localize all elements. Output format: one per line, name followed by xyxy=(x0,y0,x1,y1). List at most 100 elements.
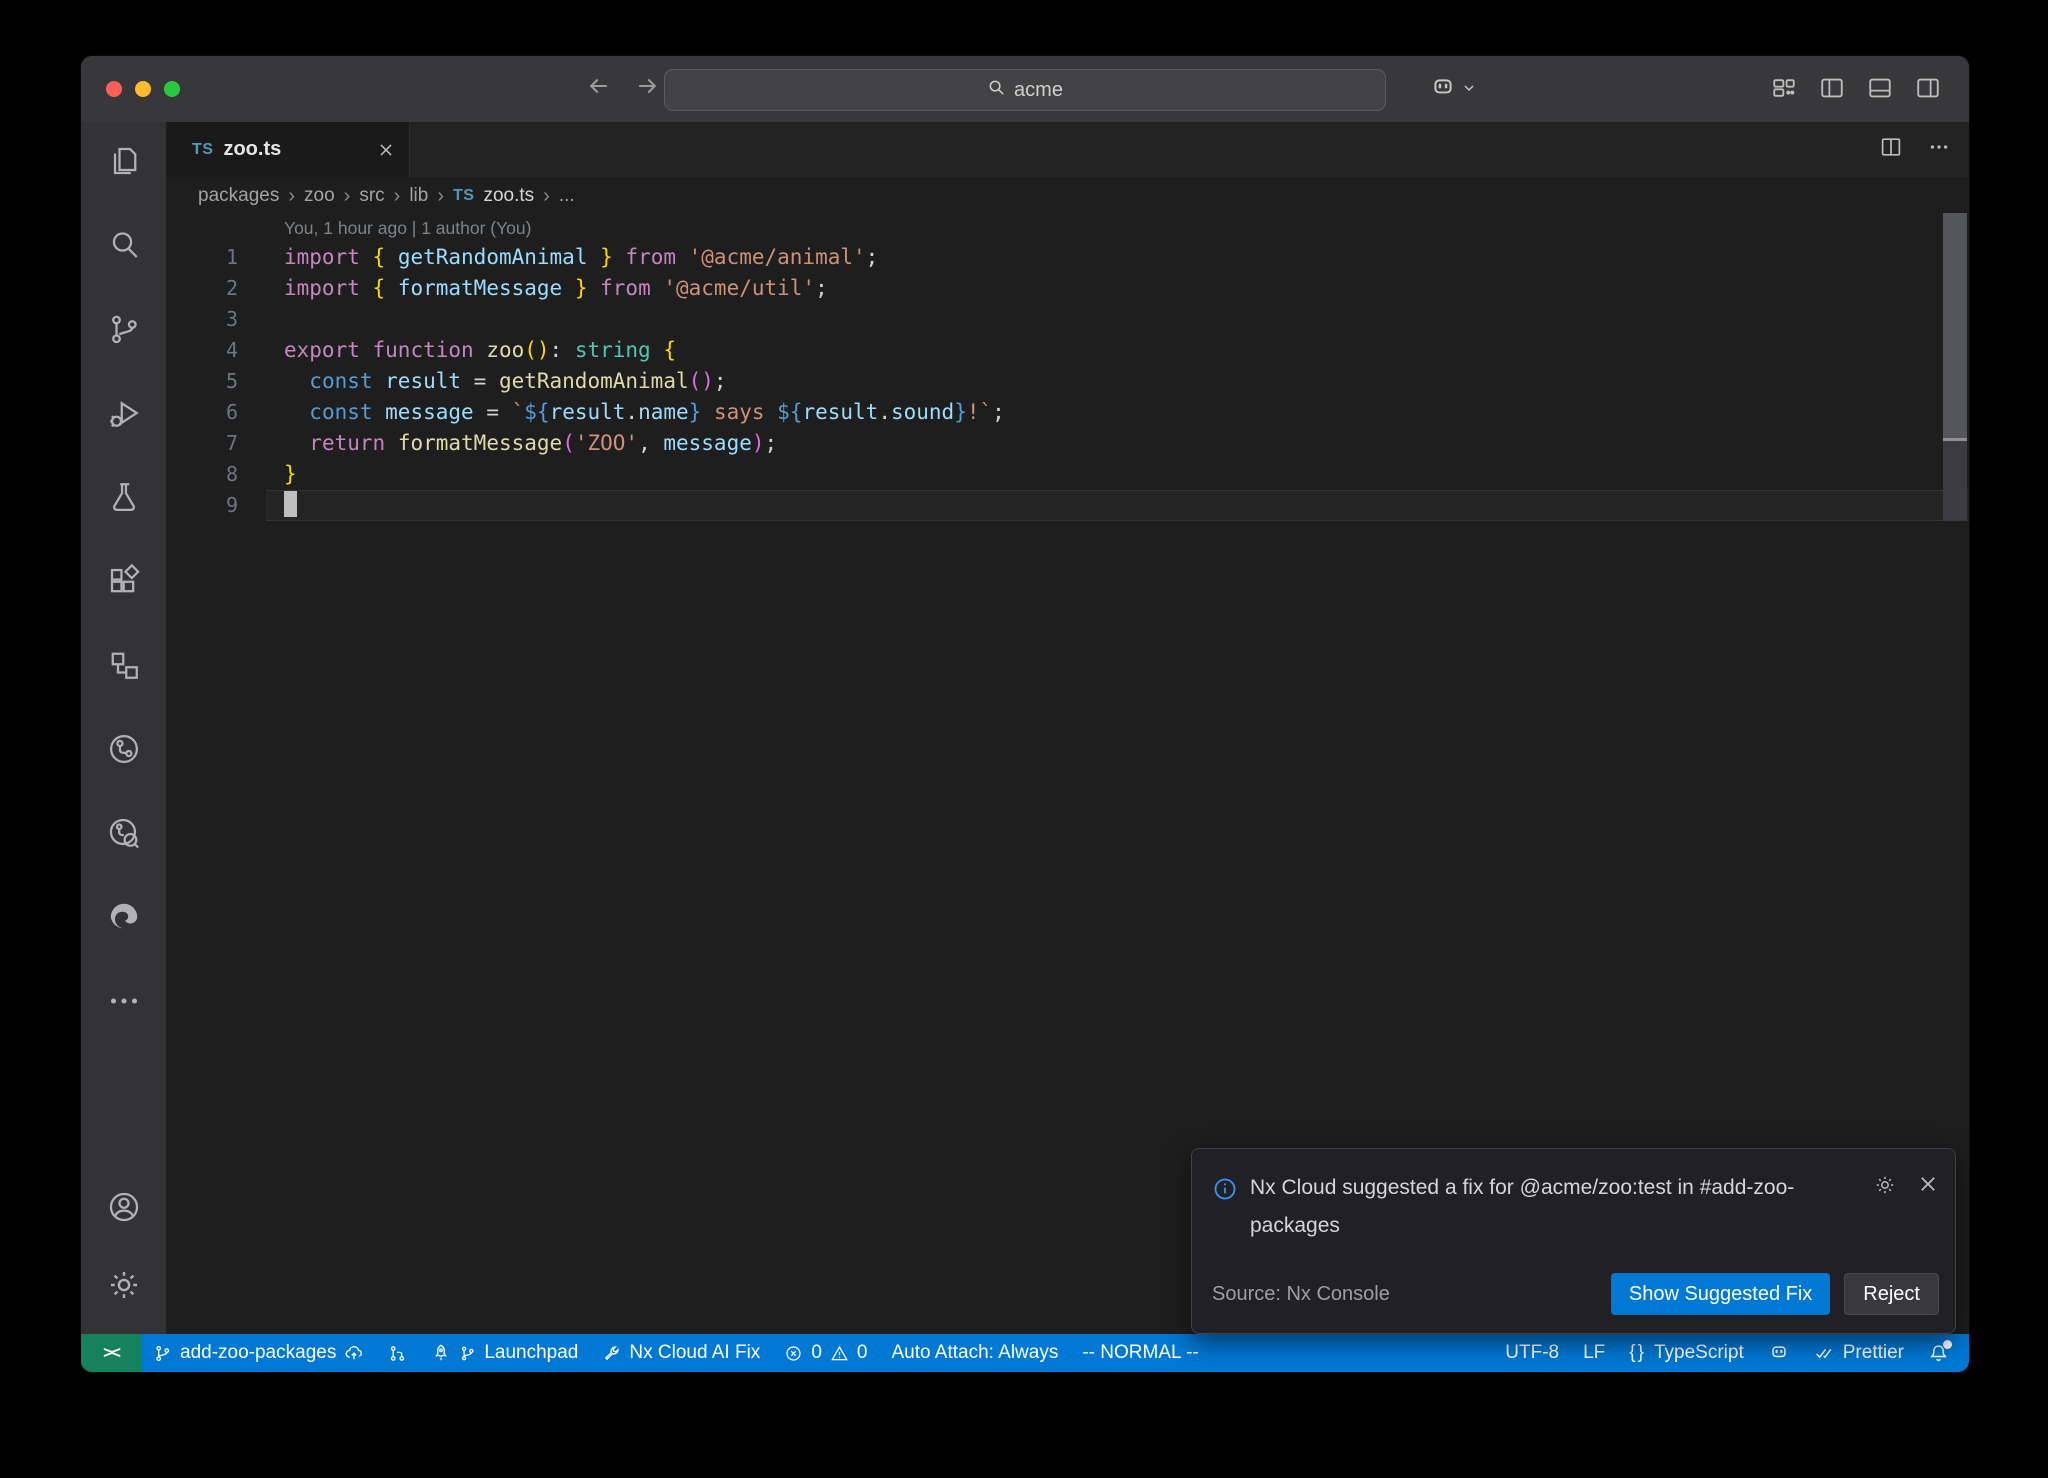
title-bar: acme xyxy=(81,56,1969,122)
code-token: ; xyxy=(714,369,727,393)
line-number: 9 xyxy=(166,490,238,521)
chevron-down-icon xyxy=(1461,80,1477,101)
nx-cloud-icon[interactable] xyxy=(101,810,147,856)
code-token: says xyxy=(701,400,777,424)
code-line-3[interactable]: 3 xyxy=(166,304,1969,335)
command-center-search[interactable]: acme xyxy=(664,69,1386,111)
customize-layout-icon[interactable] xyxy=(1771,75,1797,106)
layout-controls xyxy=(1771,75,1941,106)
line-number: 2 xyxy=(166,273,238,304)
code-line-5[interactable]: 5 const result = getRandomAnimal(); xyxy=(166,366,1969,397)
more-views-icon[interactable] xyxy=(101,978,147,1024)
breadcrumb-overflow[interactable]: ... xyxy=(559,185,575,207)
code-token: . xyxy=(625,400,638,424)
toggle-secondary-sidebar-icon[interactable] xyxy=(1915,75,1941,106)
references-icon[interactable] xyxy=(101,642,147,688)
close-window-button[interactable] xyxy=(106,81,122,97)
auto-attach-label: Auto Attach: Always xyxy=(891,1342,1058,1364)
remote-indicator[interactable]: >< xyxy=(81,1334,141,1372)
problems-item[interactable]: 0 0 xyxy=(772,1334,879,1372)
close-tab-icon[interactable] xyxy=(377,141,395,159)
code-line-9[interactable]: 9 xyxy=(166,490,1969,521)
code-token: = xyxy=(474,400,512,424)
code-token: const xyxy=(309,400,385,424)
edge-tools-icon[interactable] xyxy=(101,894,147,940)
show-suggested-fix-button[interactable]: Show Suggested Fix xyxy=(1611,1273,1830,1315)
code-token: ; xyxy=(765,431,778,455)
split-editor-icon[interactable] xyxy=(1879,135,1903,164)
notification-toast: Nx Cloud suggested a fix for @acme/zoo:t… xyxy=(1191,1148,1956,1334)
code-line-8[interactable]: 8} xyxy=(166,459,1969,490)
code-token xyxy=(284,369,309,393)
code-token: : xyxy=(550,338,575,362)
encoding-label: UTF-8 xyxy=(1505,1342,1559,1364)
notification-source: Source: Nx Console xyxy=(1212,1283,1390,1306)
notification-dot xyxy=(1943,1340,1952,1349)
code-token: ( xyxy=(562,431,575,455)
auto-attach-item[interactable]: Auto Attach: Always xyxy=(879,1334,1070,1372)
accounts-icon[interactable] xyxy=(101,1184,147,1230)
launchpad-item[interactable]: Launchpad xyxy=(419,1334,590,1372)
toggle-primary-sidebar-icon[interactable] xyxy=(1819,75,1845,106)
run-debug-icon[interactable] xyxy=(101,390,147,436)
code-token: return xyxy=(309,431,398,455)
code-line-1[interactable]: 1import { getRandomAnimal } from '@acme/… xyxy=(166,242,1969,273)
copilot-status-item[interactable] xyxy=(1756,1334,1802,1372)
language-mode-item[interactable]: {} TypeScript xyxy=(1617,1334,1755,1372)
nx-console-icon[interactable] xyxy=(101,726,147,772)
rocket-icon xyxy=(431,1343,451,1363)
breadcrumb-item[interactable]: zoo xyxy=(304,185,335,207)
code-line-7[interactable]: 7 return formatMessage('ZOO', message); xyxy=(166,428,1969,459)
vim-mode-item[interactable]: -- NORMAL -- xyxy=(1070,1334,1210,1372)
breadcrumb-item[interactable]: lib xyxy=(409,185,428,207)
double-check-icon xyxy=(1814,1343,1835,1364)
code-token xyxy=(613,245,626,269)
editor-scrollbar-lower xyxy=(1943,441,1967,521)
source-control-icon[interactable] xyxy=(101,306,147,352)
notifications-item[interactable] xyxy=(1916,1334,1961,1372)
breadcrumb: packages › zoo › src › lib › TS zoo.ts ›… xyxy=(166,177,1969,215)
search-sidebar-icon[interactable] xyxy=(101,222,147,268)
git-blame-annotation[interactable]: You, 1 hour ago | 1 author (You) xyxy=(284,215,1969,242)
breadcrumb-separator: › xyxy=(437,185,444,208)
formatter-item[interactable]: Prettier xyxy=(1802,1334,1916,1372)
code-line-4[interactable]: 4export function zoo(): string { xyxy=(166,335,1969,366)
code-token: } xyxy=(562,276,587,300)
status-bar: >< add-zoo-packages xyxy=(81,1334,1969,1372)
code-token: result xyxy=(802,400,878,424)
explorer-icon[interactable] xyxy=(101,138,147,184)
breadcrumb-file[interactable]: zoo.ts xyxy=(483,185,534,207)
tab-zoo-ts[interactable]: TS zoo.ts xyxy=(166,122,410,177)
encoding-item[interactable]: UTF-8 xyxy=(1493,1334,1571,1372)
forward-arrow-icon[interactable] xyxy=(634,73,660,104)
testing-icon[interactable] xyxy=(101,474,147,520)
source-control-graph-item[interactable] xyxy=(376,1334,419,1372)
eol-item[interactable]: LF xyxy=(1571,1334,1617,1372)
extensions-icon[interactable] xyxy=(101,558,147,604)
copilot-menu[interactable] xyxy=(1429,74,1477,107)
editor-actions-more-icon[interactable] xyxy=(1927,135,1951,164)
nx-cloud-ai-fix-item[interactable]: Nx Cloud AI Fix xyxy=(590,1334,772,1372)
notification-close-icon[interactable] xyxy=(1917,1173,1939,1245)
code-token xyxy=(284,431,309,455)
code-token: '@acme/animal' xyxy=(689,245,866,269)
back-arrow-icon[interactable] xyxy=(586,73,612,104)
code-line-2[interactable]: 2import { formatMessage } from '@acme/ut… xyxy=(166,273,1969,304)
git-branch-item[interactable]: add-zoo-packages xyxy=(141,1334,376,1372)
line-number: 1 xyxy=(166,242,238,273)
code-token xyxy=(587,276,600,300)
breadcrumb-item[interactable]: packages xyxy=(198,185,279,207)
screen: acme xyxy=(0,0,2048,1478)
minimize-window-button[interactable] xyxy=(135,81,151,97)
notification-settings-gear-icon[interactable] xyxy=(1873,1173,1897,1245)
breadcrumb-item[interactable]: src xyxy=(359,185,384,207)
code-token: { xyxy=(373,245,398,269)
reject-button[interactable]: Reject xyxy=(1844,1273,1939,1315)
code-token: ; xyxy=(866,245,879,269)
zoom-window-button[interactable] xyxy=(164,81,180,97)
editor-scrollbar[interactable] xyxy=(1943,213,1967,438)
settings-gear-icon[interactable] xyxy=(101,1262,147,1308)
toggle-panel-icon[interactable] xyxy=(1867,75,1893,106)
code-line-6[interactable]: 6 const message = `${result.name} says $… xyxy=(166,397,1969,428)
code-token: import xyxy=(284,245,373,269)
